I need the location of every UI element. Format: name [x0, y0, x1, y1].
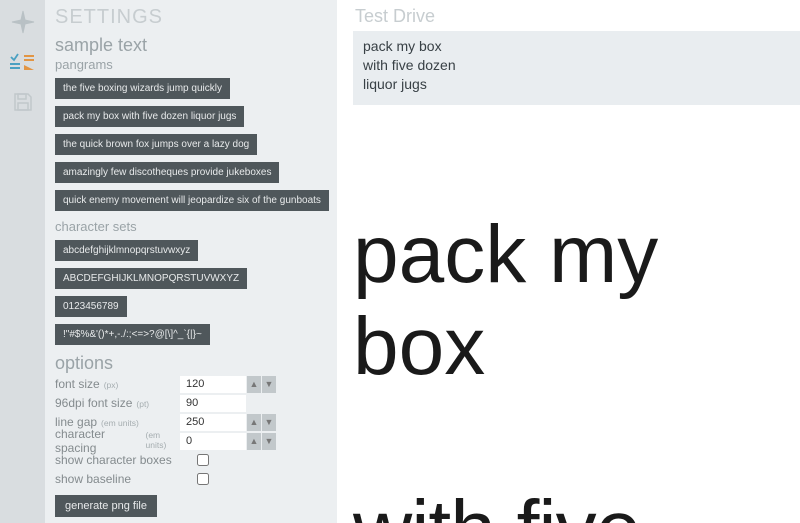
render-line: pack my box [353, 209, 658, 392]
pangram-list: the five boxing wizards jump quickly pac… [55, 76, 329, 213]
line-gap-input[interactable] [180, 414, 246, 431]
charsets-label: character sets [55, 219, 329, 234]
pangram-item[interactable]: the five boxing wizards jump quickly [55, 78, 230, 99]
font-size-input[interactable] [180, 376, 246, 393]
font-render-canvas: pack my box with five doze liquor jugs [353, 105, 800, 523]
pangrams-label: pangrams [55, 57, 329, 72]
label-unit: (pt) [136, 399, 149, 409]
char-spacing-up-icon[interactable]: ▲ [247, 433, 261, 450]
pangram-item[interactable]: quick enemy movement will jeopardize six… [55, 190, 329, 211]
preview-text-input[interactable] [353, 31, 800, 105]
option-row-char-spacing: character spacing (em units) ▲ ▼ [55, 432, 329, 450]
line-gap-up-icon[interactable]: ▲ [247, 414, 261, 431]
list-mode-icon[interactable] [9, 48, 37, 76]
app-root: SETTINGS sample text pangrams the five b… [0, 0, 800, 523]
dpi-size-input[interactable] [180, 395, 246, 412]
options-heading: options [55, 353, 329, 374]
label-text: 96dpi font size [55, 396, 132, 410]
save-icon[interactable] [9, 88, 37, 116]
charset-item[interactable]: abcdefghijklmnopqrstuvwxyz [55, 240, 198, 261]
option-row-show-boxes: show character boxes [55, 451, 329, 469]
charset-list: abcdefghijklmnopqrstuvwxyz ABCDEFGHIJKLM… [55, 238, 329, 347]
char-spacing-label: character spacing (em units) [55, 427, 180, 455]
preview-title: Test Drive [353, 6, 800, 27]
label-unit: (px) [104, 380, 119, 390]
charset-item[interactable]: !"#$%&'()*+,-./:;<=>?@[\]^_`{|}~ [55, 324, 210, 345]
show-boxes-label: show character boxes [55, 453, 197, 467]
font-size-up-icon[interactable]: ▲ [247, 376, 261, 393]
char-spacing-down-icon[interactable]: ▼ [262, 433, 276, 450]
icon-sidebar [0, 0, 45, 523]
render-line: with five doze [353, 484, 640, 523]
char-spacing-input[interactable] [180, 433, 246, 450]
settings-panel: SETTINGS sample text pangrams the five b… [45, 0, 337, 523]
show-baseline-label: show baseline [55, 472, 197, 486]
line-gap-down-icon[interactable]: ▼ [262, 414, 276, 431]
label-text: character spacing [55, 427, 141, 455]
label-unit: (em units) [145, 430, 180, 450]
charset-item[interactable]: ABCDEFGHIJKLMNOPQRSTUVWXYZ [55, 268, 247, 289]
dpi-size-label: 96dpi font size (pt) [55, 396, 180, 410]
charset-item[interactable]: 0123456789 [55, 296, 127, 317]
sample-text-heading: sample text [55, 35, 329, 56]
show-baseline-checkbox[interactable] [197, 473, 209, 485]
pangram-item[interactable]: the quick brown fox jumps over a lazy do… [55, 134, 257, 155]
font-size-label: font size (px) [55, 377, 180, 391]
pangram-item[interactable]: pack my box with five dozen liquor jugs [55, 106, 244, 127]
option-row-show-baseline: show baseline [55, 470, 329, 488]
compass-icon[interactable] [9, 8, 37, 36]
preview-panel: Test Drive pack my box with five doze li… [337, 0, 800, 523]
option-row-font-size: font size (px) ▲ ▼ [55, 375, 329, 393]
label-text: font size [55, 377, 100, 391]
pangram-item[interactable]: amazingly few discotheques provide jukeb… [55, 162, 279, 183]
option-row-dpi-size: 96dpi font size (pt) [55, 394, 329, 412]
settings-title: SETTINGS [55, 6, 329, 29]
font-size-down-icon[interactable]: ▼ [262, 376, 276, 393]
generate-png-button[interactable]: generate png file [55, 495, 157, 517]
show-boxes-checkbox[interactable] [197, 454, 209, 466]
